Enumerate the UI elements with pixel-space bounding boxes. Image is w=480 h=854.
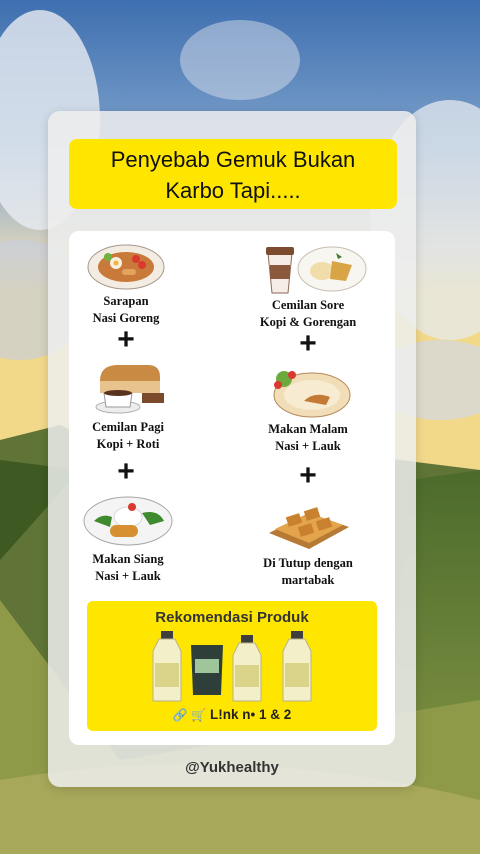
sarapan-line-1: Sarapan xyxy=(103,294,149,308)
item-makan-siang: Makan Siang Nasi + Lauk xyxy=(63,491,193,585)
product-link-text: L!nk n• 1 & 2 xyxy=(209,707,292,722)
promo-title: Rekomendasi Produk xyxy=(155,609,309,626)
makan-malam-line-2: Nasi + Lauk xyxy=(275,439,341,453)
account-handle: @Yukhealthy xyxy=(185,759,279,776)
martabak-icon xyxy=(269,507,349,549)
milk-bottle-icon xyxy=(232,635,262,702)
plus-sign: + xyxy=(117,455,135,488)
plus-sign: + xyxy=(299,327,317,360)
fried-rice-plate-icon xyxy=(87,244,165,290)
product-recommendation[interactable]: Rekomendasi Produk 🔗 🛒 L!nk n• 1 & 2 xyxy=(87,601,377,731)
penutup-line-1: Di Tutup dengan xyxy=(263,556,353,570)
coffee-and-bread-icon xyxy=(95,365,164,414)
cemilan-pagi-line-1: Cemilan Pagi xyxy=(92,420,164,434)
coffee-and-fritters-icon xyxy=(266,246,367,294)
rice-and-sides-plate-icon xyxy=(273,371,351,418)
item-cemilan-sore: Cemilan Sore Kopi & Gorengan xyxy=(243,239,373,331)
makan-siang-line-2: Nasi + Lauk xyxy=(95,569,161,583)
milk-bottle-icon xyxy=(282,631,312,702)
meal-panel: Sarapan Nasi Goreng Cemilan Sore Kopi & … xyxy=(69,231,395,745)
item-sarapan: Sarapan Nasi Goreng xyxy=(61,239,191,327)
title-banner: Penyebab Gemuk Bukan Karbo Tapi..... xyxy=(69,139,397,209)
product-link[interactable]: 🔗 🛒 L!nk n• 1 & 2 xyxy=(87,707,377,722)
cemilan-sore-line-1: Cemilan Sore xyxy=(271,298,345,312)
plus-sign: + xyxy=(117,323,135,356)
makan-malam-line-1: Makan Malam xyxy=(268,422,348,436)
link-cart-icon: 🔗 🛒 xyxy=(172,708,206,722)
milk-bottle-icon xyxy=(152,631,182,702)
item-cemilan-pagi: Cemilan Pagi Kopi + Roti xyxy=(63,359,193,453)
penutup-line-2: martabak xyxy=(281,573,335,587)
item-makan-malam: Makan Malam Nasi + Lauk xyxy=(243,365,373,455)
title-line-1: Penyebab Gemuk Bukan xyxy=(110,147,356,172)
plus-sign: + xyxy=(299,459,317,492)
item-penutup: Di Tutup dengan martabak xyxy=(243,495,373,589)
cemilan-pagi-line-2: Kopi + Roti xyxy=(96,437,160,451)
makan-siang-line-1: Makan Siang xyxy=(92,552,164,566)
powder-pouch-icon xyxy=(191,645,223,695)
infographic-card: Penyebab Gemuk Bukan Karbo Tapi..... Sar… xyxy=(48,111,416,787)
title-line-2: Karbo Tapi..... xyxy=(165,178,301,203)
rice-and-sides-plate-icon xyxy=(83,496,173,546)
